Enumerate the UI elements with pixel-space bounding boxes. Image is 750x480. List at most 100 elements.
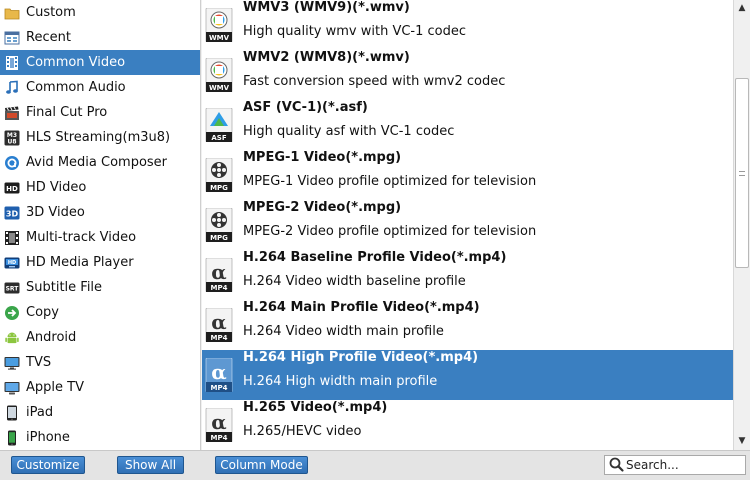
wmv-icon: WMV [205,7,233,43]
format-item-h264-main[interactable]: α MP4 H.264 Main Profile Video(*.mp4) H.2… [202,300,733,350]
search-box[interactable] [604,455,746,475]
svg-text:MPG: MPG [210,234,228,242]
mp4-icon: α MP4 [205,257,233,293]
show-all-button[interactable]: Show All [117,456,184,474]
svg-text:WMV: WMV [209,34,230,42]
category-label: Subtitle File [26,280,103,295]
mp4-icon: α MP4 [205,357,233,393]
bottom-toolbar: Customize Show All Column Mode [0,450,750,480]
category-item-avid-media-composer[interactable]: Avid Media Composer [0,150,200,175]
svg-text:3D: 3D [6,209,19,218]
customize-button[interactable]: Customize [11,456,85,474]
format-item-wmv3[interactable]: WMV WMV3 (WMV9)(*.wmv) High quality wmv … [202,0,733,50]
format-title: MPEG-2 Video(*.mpg) [243,200,402,215]
format-title: ASF (VC-1)(*.asf) [243,100,368,115]
android-icon [4,330,20,346]
apple-tv-icon [4,380,20,396]
category-item-android[interactable]: Android [0,325,200,350]
format-item-h264-high[interactable]: α MP4 H.264 High Profile Video(*.mp4) H.2… [202,350,733,400]
category-label: iPhone [26,430,70,445]
3d-icon: 3D [4,205,20,221]
category-item-hd-video[interactable]: HD HD Video [0,175,200,200]
category-item-final-cut-pro[interactable]: Final Cut Pro [0,100,200,125]
svg-text:MP4: MP4 [211,434,228,442]
media-player-icon: HD [4,255,20,271]
category-label: HD Media Player [26,255,134,270]
svg-text:α: α [211,360,226,384]
category-item-3d-video[interactable]: 3D 3D Video [0,200,200,225]
category-item-iphone[interactable]: iPhone [0,425,200,450]
format-list-scrollbar[interactable]: ▲ ▼ [733,0,750,450]
format-title: WMV3 (WMV9)(*.wmv) [243,0,410,15]
music-note-icon [4,80,20,96]
wmv-icon: WMV [205,57,233,93]
svg-text:MP4: MP4 [211,384,228,392]
category-item-multi-track-video[interactable]: Multi-track Video [0,225,200,250]
category-item-apple-tv[interactable]: Apple TV [0,375,200,400]
avid-icon [4,155,20,171]
format-item-h264-baseline[interactable]: α MP4 H.264 Baseline Profile Video(*.mp4)… [202,250,733,300]
category-item-common-video[interactable]: Common Video [0,50,200,75]
format-item-wmv2[interactable]: WMV WMV2 (WMV8)(*.wmv) Fast conversion s… [202,50,733,100]
scrollbar-thumb[interactable] [735,78,749,268]
scroll-down-arrow-icon[interactable]: ▼ [734,433,750,449]
scroll-up-arrow-icon[interactable]: ▲ [734,0,750,16]
hd-icon: HD [4,180,20,196]
svg-text:HD: HD [8,260,16,266]
category-item-copy[interactable]: Copy [0,300,200,325]
category-label: Recent [26,30,71,45]
folder-icon [4,5,20,21]
film-icon [4,55,20,71]
svg-text:MP4: MP4 [211,284,228,292]
category-label: Custom [26,5,76,20]
svg-text:α: α [211,410,226,434]
format-item-h265[interactable]: α MP4 H.265 Video(*.mp4) H.265/HEVC video [202,400,733,450]
category-label: Copy [26,305,59,320]
category-item-tvs[interactable]: TVS [0,350,200,375]
clapperboard-icon [4,105,20,121]
category-item-hd-media-player[interactable]: HD HD Media Player [0,250,200,275]
category-label: HD Video [26,180,87,195]
search-input[interactable] [626,457,738,473]
tv-icon [4,355,20,371]
iphone-icon [4,430,20,446]
category-item-recent[interactable]: Recent [0,25,200,50]
category-label: TVS [26,355,52,370]
category-label: Avid Media Composer [26,155,168,170]
format-title: MPEG-1 Video(*.mpg) [243,150,402,165]
column-mode-button[interactable]: Column Mode [215,456,308,474]
category-label: Multi-track Video [26,230,137,245]
mpg-icon: MPG [205,157,233,193]
svg-text:α: α [211,260,226,284]
svg-text:MP4: MP4 [211,334,228,342]
category-item-custom[interactable]: Custom [0,0,200,25]
category-list[interactable]: Custom Recent Common Video Common Audio … [0,0,201,450]
format-title: H.264 Baseline Profile Video(*.mp4) [243,250,507,265]
svg-text:HD: HD [6,185,18,193]
filmstrip-icon [4,230,20,246]
asf-icon: ASF [205,107,233,143]
format-list[interactable]: WMV WMV3 (WMV9)(*.wmv) High quality wmv … [202,0,733,450]
category-item-hls-streaming[interactable]: M3 U8 HLS Streaming(m3u8) [0,125,200,150]
recent-icon [4,30,20,46]
category-label: Apple TV [26,380,84,395]
category-item-common-audio[interactable]: Common Audio [0,75,200,100]
category-label: 3D Video [26,205,85,220]
mp4-icon: α MP4 [205,407,233,443]
category-label: Final Cut Pro [26,105,108,120]
format-item-mpeg1[interactable]: MPG MPEG-1 Video(*.mpg) MPEG-1 Video pro… [202,150,733,200]
format-description: High quality asf with VC-1 codec [243,124,455,139]
category-item-ipad[interactable]: iPad [0,400,200,425]
category-item-subtitle-file[interactable]: SRT Subtitle File [0,275,200,300]
category-label: Common Video [26,55,126,70]
format-item-mpeg2[interactable]: MPG MPEG-2 Video(*.mpg) MPEG-2 Video pro… [202,200,733,250]
format-item-asf[interactable]: ASF ASF (VC-1)(*.asf) High quality asf w… [202,100,733,150]
svg-text:U8: U8 [7,138,16,145]
subtitle-icon: SRT [4,280,20,296]
format-picker-window: Custom Recent Common Video Common Audio … [0,0,750,480]
grip-icon [739,170,745,176]
svg-text:ASF: ASF [211,134,226,142]
svg-text:WMV: WMV [209,84,230,92]
format-title: H.264 High Profile Video(*.mp4) [243,350,479,365]
format-description: H.264 High width main profile [243,374,438,389]
